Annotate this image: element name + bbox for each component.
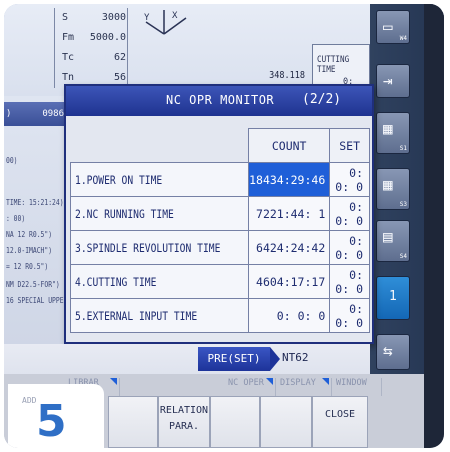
add-softkey-label: ADD	[22, 396, 37, 405]
page-indicator: (2/2)	[302, 92, 342, 107]
step-number: 5	[36, 396, 67, 447]
dialog-title-bar: NC OPR MONITOR (2/2)	[66, 86, 372, 116]
softkey-empty-2[interactable]	[210, 396, 260, 448]
program-header-left: )	[6, 109, 12, 119]
cutting-time-label: CUTTING TIME	[317, 55, 350, 75]
set-cell[interactable]: 0: 0: 0	[329, 230, 370, 265]
program-line: 12.0-IMACH")	[6, 246, 53, 255]
close-button[interactable]: CLOSE	[312, 396, 368, 448]
count-cell[interactable]: 7221:44: 1	[248, 196, 331, 231]
set-cell[interactable]: 0: 0: 0	[329, 264, 370, 299]
s3-button[interactable]: ▦ S3	[376, 168, 410, 210]
softkey-window[interactable]: WINDOW	[332, 378, 382, 396]
count-cell[interactable]: 6424:24:42	[248, 230, 331, 265]
softkey-display[interactable]: DISPLAY	[276, 378, 332, 396]
mode-indicator: PRE(SET)	[198, 347, 270, 371]
calculator-icon: ▤	[383, 227, 393, 246]
table-row[interactable]: 3.SPINDLE REVOLUTION TIME 6424:24:42 0: …	[69, 230, 370, 265]
count-cell[interactable]: 18434:29:46	[248, 162, 331, 197]
program-line: : 00)	[6, 214, 26, 223]
dialog-title: NC OPR MONITOR	[166, 93, 275, 107]
svg-text:X: X	[172, 11, 178, 21]
program-line: TIME: 15:21:24)	[6, 198, 64, 207]
swap-icon: ⇆	[383, 341, 393, 360]
relation-para-button[interactable]: RELATION PARA.	[158, 396, 210, 448]
bezel-edge	[424, 4, 444, 448]
program-header: ) 0986	[4, 102, 66, 126]
mode-arrow	[270, 347, 280, 371]
screen-frame: S 3000 Fm 5000.0 Tc 62 Tn 56 Y X 348.118 CUT…	[4, 4, 444, 448]
row-label: 2.NC RUNNING TIME	[69, 196, 250, 231]
table-row[interactable]: 4.CUTTING TIME 4604:17:17 0: 0: 0	[69, 264, 370, 299]
program-line: NM D22.5-FOR")	[6, 280, 60, 289]
nc-opr-monitor-dialog: NC OPR MONITOR (2/2) COUNT SET 1.POWER O…	[64, 84, 374, 344]
svg-text:Y: Y	[144, 13, 150, 23]
operation-time-table: COUNT SET 1.POWER ON TIME 18434:29:46 0:…	[69, 128, 370, 333]
s4-button[interactable]: ▤ S4	[376, 220, 410, 262]
header-blank	[71, 129, 249, 163]
page-button[interactable]: 1	[376, 276, 410, 320]
position-value: 348.118	[269, 70, 305, 81]
exit-button[interactable]: ⇥	[376, 64, 410, 98]
table-header: COUNT SET	[71, 128, 370, 163]
set-cell[interactable]: 0: 0: 0	[329, 162, 370, 197]
softkey-empty-1[interactable]	[108, 396, 158, 448]
set-cell[interactable]: 0: 0: 0	[329, 196, 370, 231]
count-cell[interactable]: 4604:17:17	[248, 264, 331, 299]
row-label: 4.CUTTING TIME	[69, 264, 250, 299]
grid-icon: ▦	[383, 119, 393, 138]
status-bar	[4, 344, 370, 374]
monitor-icon: ▭	[383, 17, 393, 36]
row-label: 1.POWER ON TIME	[69, 162, 250, 197]
logout-icon: ⇥	[383, 71, 393, 90]
program-line: = 12 R0.5")	[6, 262, 49, 271]
row-label: 5.EXTERNAL INPUT TIME	[69, 298, 250, 333]
axis-icon: Y X	[144, 10, 187, 35]
table-row[interactable]: 5.EXTERNAL INPUT TIME 0: 0: 0 0: 0: 0	[69, 298, 370, 333]
monitor-button[interactable]: ▭ W4	[376, 10, 410, 44]
softkey-empty-3[interactable]	[260, 396, 312, 448]
column-header-count: COUNT	[248, 128, 331, 163]
row-label: 3.SPINDLE REVOLUTION TIME	[69, 230, 250, 265]
nt-indicator: NT62	[282, 351, 309, 364]
column-header-set: SET	[329, 128, 370, 163]
swap-button[interactable]: ⇆	[376, 334, 410, 370]
softkey-nc-oper[interactable]: NC OPER	[224, 378, 276, 396]
count-cell[interactable]: 0: 0: 0	[248, 298, 331, 333]
grid-icon: ▦	[383, 175, 393, 194]
table-row[interactable]: 1.POWER ON TIME 18434:29:46 0: 0: 0	[69, 162, 370, 197]
set-cell[interactable]: 0: 0: 0	[329, 298, 370, 333]
program-line: NA 12 R0.5")	[6, 230, 53, 239]
table-row[interactable]: 2.NC RUNNING TIME 7221:44: 1 0: 0: 0	[69, 196, 370, 231]
s1-button[interactable]: ▦ S1	[376, 112, 410, 154]
page-icon: 1	[389, 289, 397, 304]
program-number: 0986	[42, 109, 64, 119]
program-line: 00)	[6, 156, 18, 165]
